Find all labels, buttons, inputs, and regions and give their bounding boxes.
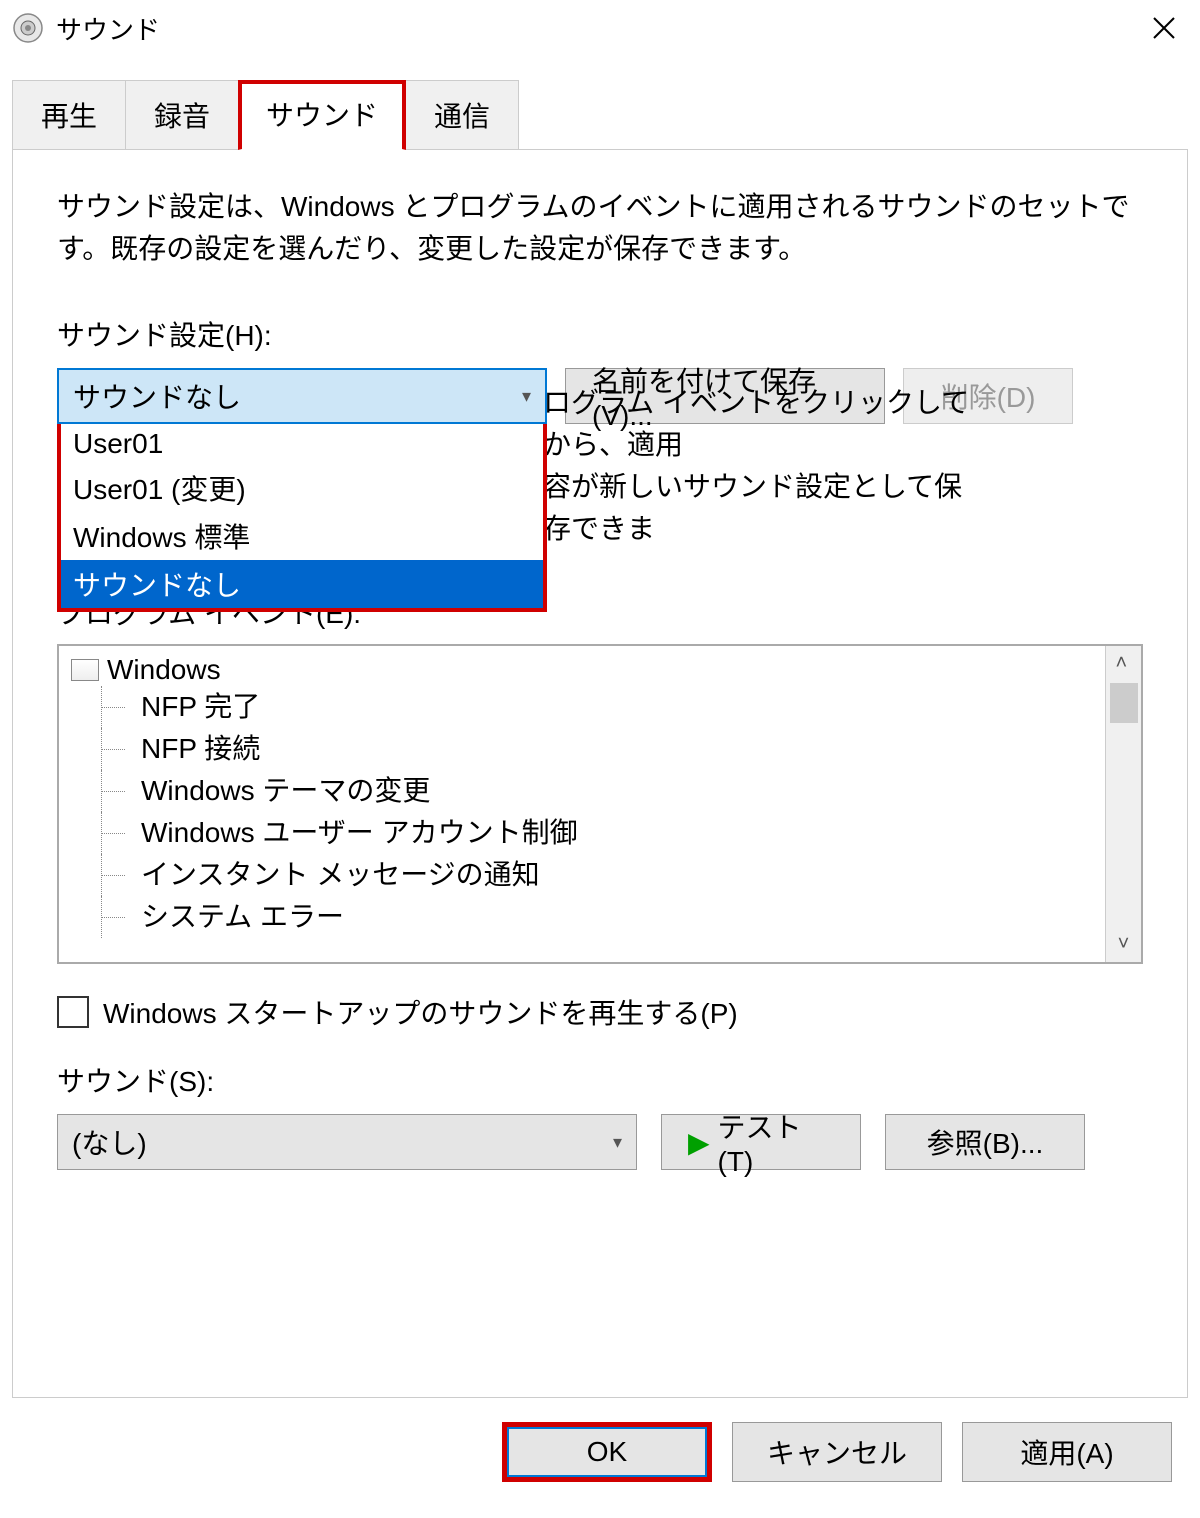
sound-scheme-combobox[interactable]: サウンドなし ▾ xyxy=(57,368,547,424)
tab-bar: 再生 録音 サウンド 通信 xyxy=(12,80,1200,150)
program-events-list[interactable]: Windows NFP 完了 NFP 接続 Windows テーマの変更 Win… xyxy=(57,644,1143,964)
speaker-icon xyxy=(12,12,44,44)
scheme-option[interactable]: User01 xyxy=(61,424,543,464)
play-icon: ▶ xyxy=(688,1126,710,1159)
scheme-dropdown: User01 User01 (変更) Windows 標準 サウンドなし xyxy=(57,424,547,612)
events-scrollbar[interactable]: ˄ ˅ xyxy=(1105,646,1141,962)
scheme-option[interactable]: User01 (変更) xyxy=(61,464,543,512)
chevron-down-icon: ▾ xyxy=(613,1132,622,1153)
close-button[interactable] xyxy=(1140,4,1188,52)
sound-dialog: サウンド 再生 録音 サウンド 通信 サウンド設定は、Windows とプログラ… xyxy=(0,0,1200,1518)
scroll-up-icon[interactable]: ˄ xyxy=(1110,646,1138,681)
scroll-thumb[interactable] xyxy=(1110,683,1138,723)
scheme-option-selected[interactable]: サウンドなし xyxy=(61,560,543,608)
description-text: サウンド設定は、Windows とプログラムのイベントに適用されるサウンドのセッ… xyxy=(57,186,1143,270)
ok-button[interactable]: OK xyxy=(507,1427,707,1477)
sound-file-value: (なし) xyxy=(72,1122,147,1162)
dialog-buttons: OK キャンセル 適用(A) xyxy=(0,1398,1200,1518)
test-button[interactable]: ▶ テスト(T) xyxy=(661,1114,861,1170)
tab-content: サウンド設定は、Windows とプログラムのイベントに適用されるサウンドのセッ… xyxy=(12,149,1188,1398)
event-item[interactable]: NFP 接続 xyxy=(71,728,1093,770)
tab-playback[interactable]: 再生 xyxy=(12,80,126,150)
tab-sounds[interactable]: サウンド xyxy=(238,80,406,150)
close-icon xyxy=(1152,16,1176,40)
sound-label: サウンド(S): xyxy=(57,1060,1143,1100)
scheme-option[interactable]: Windows 標準 xyxy=(61,512,543,560)
startup-sound-checkbox-row[interactable]: Windows スタートアップのサウンドを再生する(P) xyxy=(57,992,1143,1032)
apply-button[interactable]: 適用(A) xyxy=(962,1422,1172,1482)
partial-help-text: ログラム イベントをクリックしてから、適用 容が新しいサウンド設定として保存でき… xyxy=(543,382,983,550)
scheme-selected-value: サウンドなし xyxy=(73,376,241,416)
cancel-button[interactable]: キャンセル xyxy=(732,1422,942,1482)
scroll-down-icon[interactable]: ˅ xyxy=(1112,927,1136,962)
event-item[interactable]: Windows ユーザー アカウント制御 xyxy=(71,812,1093,854)
sound-file-combobox[interactable]: (なし) ▾ xyxy=(57,1114,637,1170)
tab-communications[interactable]: 通信 xyxy=(405,80,519,150)
titlebar: サウンド xyxy=(0,0,1200,56)
events-root-item[interactable]: Windows xyxy=(71,654,1093,686)
event-item[interactable]: NFP 完了 xyxy=(71,686,1093,728)
scheme-label: サウンド設定(H): xyxy=(57,314,1143,354)
tab-recording[interactable]: 録音 xyxy=(125,80,239,150)
startup-sound-checkbox[interactable] xyxy=(57,996,89,1028)
chevron-down-icon: ▾ xyxy=(522,386,531,407)
window-title: サウンド xyxy=(56,10,1140,47)
event-item[interactable]: システム エラー xyxy=(71,896,1093,938)
event-item[interactable]: インスタント メッセージの通知 xyxy=(71,854,1093,896)
browse-button[interactable]: 参照(B)... xyxy=(885,1114,1085,1170)
event-item[interactable]: Windows テーマの変更 xyxy=(71,770,1093,812)
ok-highlight-wrap: OK xyxy=(502,1422,712,1482)
window-icon xyxy=(71,659,99,681)
startup-sound-label: Windows スタートアップのサウンドを再生する(P) xyxy=(103,992,738,1032)
